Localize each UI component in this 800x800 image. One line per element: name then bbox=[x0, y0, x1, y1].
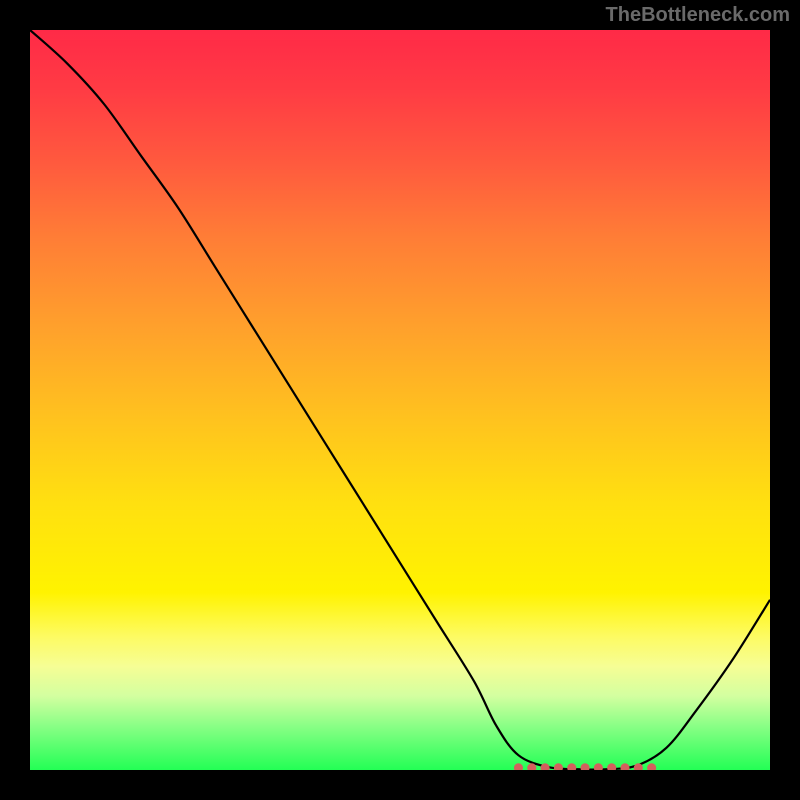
watermark-text: TheBottleneck.com bbox=[606, 4, 790, 27]
bottleneck-curve bbox=[30, 30, 770, 770]
chart-svg bbox=[30, 30, 770, 770]
plot-area bbox=[30, 30, 770, 770]
